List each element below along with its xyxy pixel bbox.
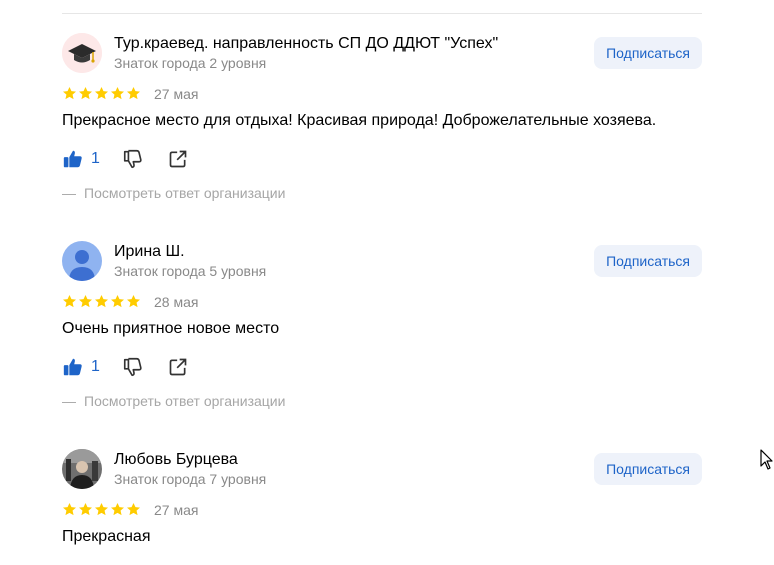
thumbs-down-icon [123, 357, 142, 377]
author-level: Знаток города 5 уровня [114, 263, 267, 279]
share-icon [169, 150, 187, 168]
thumbs-up-icon [63, 150, 82, 168]
subscribe-button[interactable]: Подписаться [594, 453, 702, 485]
review-date: 27 мая [154, 502, 199, 518]
star-icon [95, 502, 108, 516]
star-icon [79, 86, 92, 100]
review-text: Прекрасная [62, 528, 151, 545]
star-icon [79, 294, 92, 308]
star-icon [111, 294, 124, 308]
thumbs-down-icon [123, 149, 142, 169]
share-button[interactable] [168, 147, 188, 171]
author-level: Знаток города 2 уровня [114, 55, 267, 71]
dislike-button[interactable] [122, 147, 144, 171]
like-count: 1 [91, 150, 100, 167]
user-photo [62, 449, 102, 489]
review-date: 27 мая [154, 86, 199, 102]
rating-stars [62, 502, 141, 517]
mouse-cursor-icon [760, 449, 773, 470]
author-avatar[interactable] [62, 33, 102, 73]
like-button[interactable]: 1 [62, 355, 100, 379]
review-text: Очень приятное новое место [62, 320, 280, 337]
author-level: Знаток города 7 уровня [114, 471, 267, 487]
author-avatar[interactable] [62, 449, 102, 489]
top-divider [62, 13, 702, 14]
author-name[interactable]: Тур.краевед. направленность СП ДО ДДЮТ "… [114, 34, 498, 53]
org-answer-dash: — [62, 393, 76, 409]
like-count: 1 [91, 358, 100, 375]
star-icon [111, 86, 124, 100]
star-icon [127, 86, 140, 100]
like-button[interactable]: 1 [62, 147, 100, 171]
star-icon [95, 294, 108, 308]
thumbs-up-icon [63, 358, 82, 376]
org-answer-dash: — [62, 185, 76, 201]
dislike-button[interactable] [122, 355, 144, 379]
rating-stars [62, 86, 141, 101]
graduation-cap-icon [62, 33, 102, 73]
subscribe-button[interactable]: Подписаться [594, 245, 702, 277]
author-name[interactable]: Ирина Ш. [114, 242, 185, 261]
rating-stars [62, 294, 141, 309]
share-icon [169, 358, 187, 376]
subscribe-button[interactable]: Подписаться [594, 37, 702, 69]
share-button[interactable] [168, 355, 188, 379]
org-answer-label: Посмотреть ответ организации [84, 393, 286, 409]
author-name[interactable]: Любовь Бурцева [114, 450, 238, 469]
star-icon [111, 502, 124, 516]
org-answer-link[interactable]: — Посмотреть ответ организации [62, 185, 285, 201]
default-user-icon [62, 241, 102, 281]
author-avatar[interactable] [62, 241, 102, 281]
review-text: Прекрасное место для отдыха! Красивая пр… [62, 112, 657, 129]
star-icon [127, 502, 140, 516]
org-answer-label: Посмотреть ответ организации [84, 185, 286, 201]
review-date: 28 мая [154, 294, 199, 310]
star-icon [79, 502, 92, 516]
star-icon [127, 294, 140, 308]
star-icon [63, 294, 76, 308]
star-icon [63, 502, 76, 516]
org-answer-link[interactable]: — Посмотреть ответ организации [62, 393, 285, 409]
star-icon [95, 86, 108, 100]
star-icon [63, 86, 76, 100]
